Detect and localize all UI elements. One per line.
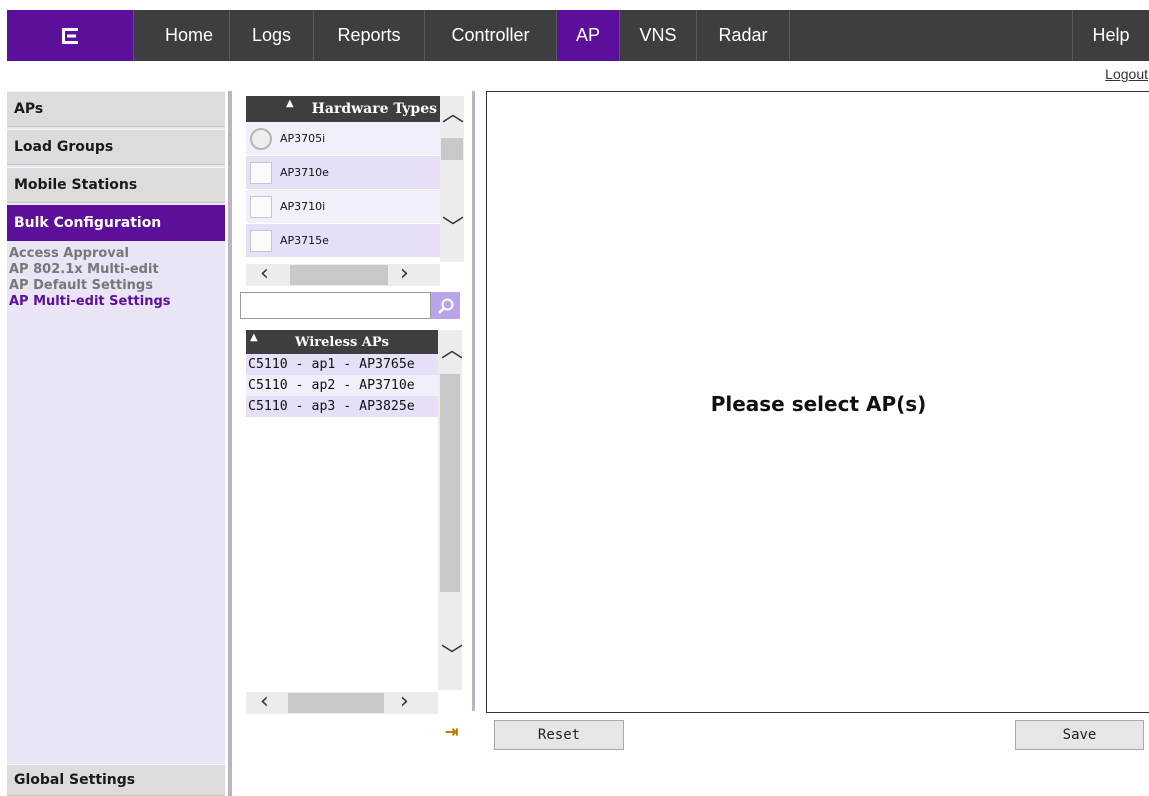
select-ap-message: Please select AP(s) — [710, 392, 927, 416]
hardware-vertical-scrollbar[interactable]: ︿ ﹀ — [440, 96, 464, 262]
left-sidebar: APs Load Groups Mobile Stations Bulk Con… — [7, 91, 225, 796]
subitem-ap-multi-edit-settings[interactable]: AP Multi-edit Settings — [9, 294, 171, 310]
hardware-row-label: AP3710i — [280, 200, 326, 213]
hardware-row-label: AP3705i — [280, 132, 326, 145]
main-content-area: Please select AP(s) — [486, 91, 1149, 713]
scrollbar-thumb[interactable] — [440, 374, 460, 592]
sidebar-sublist: Access Approval AP 802.1x Multi-edit AP … — [9, 246, 171, 310]
hardware-types-title: Hardware Types — [311, 101, 437, 117]
scroll-left-icon[interactable]: ‹ — [260, 263, 269, 285]
sidebar-item-mobile-stations[interactable]: Mobile Stations — [7, 167, 225, 203]
sidebar-item-bulk-configuration[interactable]: Bulk Configuration — [7, 205, 225, 241]
scroll-down-icon[interactable]: ﹀ — [441, 646, 463, 668]
hardware-row[interactable]: AP3705i — [246, 122, 441, 156]
scroll-up-icon[interactable]: ︿ — [441, 340, 463, 362]
nav-help[interactable]: Help — [1073, 10, 1149, 61]
ap-square-icon — [250, 229, 272, 252]
wireless-ap-row[interactable]: C5110 - ap3 - AP3825e — [246, 396, 438, 417]
wireless-horizontal-scrollbar[interactable]: ‹ › — [246, 691, 438, 714]
wireless-aps-title: Wireless APs — [295, 334, 389, 350]
subitem-ap-default-settings[interactable]: AP Default Settings — [9, 278, 171, 294]
wireless-ap-row[interactable]: C5110 - ap1 - AP3765e — [246, 354, 438, 375]
hardware-horizontal-scrollbar[interactable]: ‹ › — [246, 263, 440, 286]
nav-radar[interactable]: Radar — [697, 10, 790, 61]
hardware-row-label: AP3710e — [280, 166, 329, 179]
search-button[interactable] — [431, 292, 460, 319]
hardware-types-header[interactable]: ▲ Hardware Types — [246, 96, 441, 122]
subitem-ap-8021x-multi-edit[interactable]: AP 802.1x Multi-edit — [9, 262, 171, 278]
hardware-row-label: AP3715e — [280, 234, 329, 247]
wireless-vertical-scrollbar[interactable]: ︿ ﹀ — [438, 330, 463, 690]
wireless-aps-header[interactable]: ▲ Wireless APs — [246, 330, 438, 354]
wireless-aps-list: C5110 - ap1 - AP3765e C5110 - ap2 - AP37… — [246, 354, 438, 417]
scroll-left-icon[interactable]: ‹ — [260, 691, 269, 713]
wireless-ap-row[interactable]: C5110 - ap2 - AP3710e — [246, 375, 438, 396]
search-input[interactable] — [240, 292, 431, 319]
save-button[interactable]: Save — [1015, 720, 1144, 750]
nav-controller[interactable]: Controller — [425, 10, 557, 61]
logout-link[interactable]: Logout — [1105, 66, 1148, 82]
sidebar-item-aps[interactable]: APs — [7, 91, 225, 127]
hardware-row[interactable]: AP3710e — [246, 156, 441, 190]
ap-square-icon — [250, 195, 272, 218]
hardware-row[interactable]: AP3710i — [246, 190, 441, 224]
scrollbar-thumb[interactable] — [441, 138, 463, 160]
top-nav-bar: Home Logs Reports Controller AP VNS Rada… — [7, 10, 1149, 61]
ap-square-icon — [250, 161, 272, 184]
sort-asc-icon: ▲ — [250, 332, 258, 343]
sort-asc-icon: ▲ — [286, 98, 294, 109]
logo-icon — [62, 27, 78, 44]
sidebar-divider[interactable] — [228, 91, 232, 796]
scroll-up-icon[interactable]: ︿ — [442, 104, 464, 126]
sidebar-item-global-settings[interactable]: Global Settings — [7, 764, 225, 796]
nav-logs[interactable]: Logs — [230, 10, 314, 61]
nav-spacer — [790, 10, 1073, 61]
brand-logo[interactable] — [7, 10, 134, 61]
scroll-right-icon[interactable]: › — [400, 691, 409, 713]
hardware-types-panel: ▲ Hardware Types AP3705i AP3710e AP3710i… — [246, 96, 441, 262]
nav-home[interactable]: Home — [134, 10, 230, 61]
reset-button[interactable]: Reset — [494, 720, 624, 750]
nav-ap[interactable]: AP — [557, 10, 620, 61]
hardware-row[interactable]: AP3715e — [246, 224, 441, 258]
scroll-right-icon[interactable]: › — [400, 263, 409, 285]
nav-vns[interactable]: VNS — [620, 10, 697, 61]
scrollbar-thumb[interactable] — [288, 693, 384, 713]
nav-reports[interactable]: Reports — [314, 10, 425, 61]
collapse-panel-icon[interactable]: ⇥ — [445, 722, 458, 742]
wireless-aps-panel: ▲ Wireless APs C5110 - ap1 - AP3765e C51… — [246, 330, 438, 690]
search-icon — [437, 298, 453, 314]
scroll-down-icon[interactable]: ﹀ — [442, 218, 464, 240]
subitem-access-approval[interactable]: Access Approval — [9, 246, 171, 262]
hardware-types-list: AP3705i AP3710e AP3710i AP3715e — [246, 122, 441, 258]
panel-divider[interactable] — [472, 91, 475, 711]
scrollbar-thumb[interactable] — [290, 265, 388, 285]
sidebar-item-load-groups[interactable]: Load Groups — [7, 129, 225, 165]
ap-round-icon — [250, 127, 272, 150]
